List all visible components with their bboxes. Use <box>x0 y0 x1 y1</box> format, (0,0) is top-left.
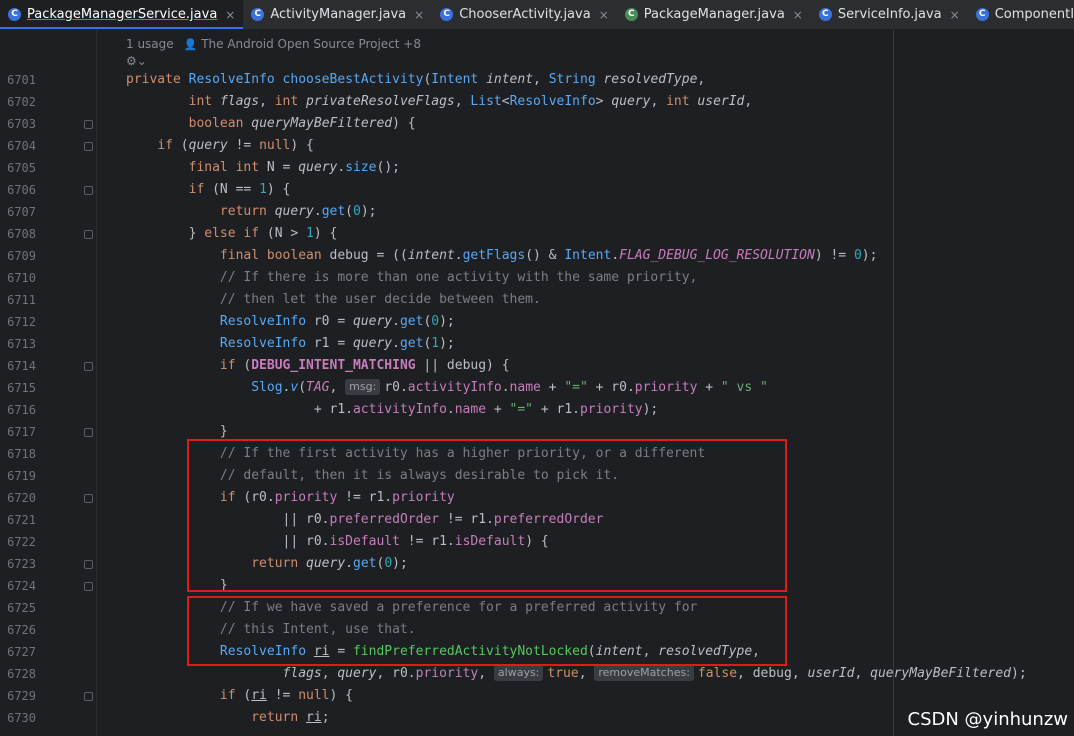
code-line-6729: if (ri != null) { <box>219 688 353 703</box>
ai-assist-icon[interactable]: ⚙⌄ <box>126 54 147 68</box>
close-icon[interactable]: × <box>793 8 803 22</box>
class-icon: C <box>8 8 21 21</box>
code-line-6711: // then let the user decide between them… <box>219 292 541 307</box>
close-icon[interactable]: × <box>225 8 235 22</box>
param-hint-always: always: <box>493 665 544 681</box>
line-number: 6725 <box>7 601 36 615</box>
fold-marker-icon[interactable] <box>84 428 93 437</box>
tab-label: PackageManagerService.java <box>27 7 218 22</box>
code-vision-hint[interactable]: 1 usage 👤 The Android Open Source Projec… <box>126 36 421 52</box>
line-number: 6727 <box>7 645 36 659</box>
editor-tab-bar: C PackageManagerService.java × C ActivityMan… <box>0 0 1074 30</box>
code-line-6709: final boolean debug = ((intent.getFlags(… <box>219 248 878 263</box>
fold-marker-icon[interactable] <box>84 230 93 239</box>
abstract-class-icon: C <box>624 8 638 21</box>
usage-count[interactable]: 1 usage <box>126 37 174 51</box>
code-line-6705: final int N = query.size(); <box>188 160 400 175</box>
line-number: 6724 <box>7 579 36 593</box>
line-number: 6722 <box>7 535 36 549</box>
line-number: 6719 <box>7 469 36 483</box>
line-number: 6716 <box>7 403 36 417</box>
fold-marker-icon[interactable] <box>84 186 93 195</box>
fold-marker-icon[interactable] <box>84 582 93 591</box>
line-number: 6703 <box>7 117 36 131</box>
code-line-6703: boolean queryMayBeFiltered) { <box>188 116 416 131</box>
code-line-6701: private ResolveInfo chooseBestActivity(I… <box>126 72 706 87</box>
tab-label: PackageManager.java <box>643 7 785 22</box>
line-number: 6715 <box>7 381 36 395</box>
close-icon[interactable]: × <box>599 8 609 22</box>
fold-marker-icon[interactable] <box>84 142 93 151</box>
param-hint-removematches: removeMatches: <box>594 665 694 681</box>
param-hint-msg: msg: <box>345 379 381 395</box>
tab-4[interactable]: C ServiceInfo.java × <box>811 0 968 29</box>
fold-marker-icon[interactable] <box>84 120 93 129</box>
code-line-6713: ResolveInfo r1 = query.get(1); <box>219 336 455 351</box>
code-line-6708: } else if (N > 1) { <box>126 226 338 241</box>
highlight-box-preferred-activity <box>187 596 787 666</box>
line-number: 6704 <box>7 139 36 153</box>
watermark-text: CSDN @yinhunzw <box>907 709 1069 730</box>
class-icon: C <box>975 8 989 21</box>
line-number: 6702 <box>7 95 36 109</box>
tab-0[interactable]: C PackageManagerService.java × <box>0 0 244 29</box>
right-margin-guide <box>893 30 894 736</box>
line-number: 6720 <box>7 491 36 505</box>
line-number: 6706 <box>7 183 36 197</box>
person-icon: 👤 <box>183 38 198 51</box>
line-number: 6726 <box>7 623 36 637</box>
tab-3[interactable]: C PackageManager.java × <box>617 0 811 29</box>
code-line-6707: return query.get(0); <box>219 204 377 219</box>
line-number: 6730 <box>7 711 36 725</box>
code-line-6706: if (N == 1) { <box>188 182 291 197</box>
close-icon[interactable]: × <box>950 8 960 22</box>
line-number: 6723 <box>7 557 36 571</box>
fold-marker-icon[interactable] <box>84 362 93 371</box>
tab-label: ServiceInfo.java <box>837 7 942 22</box>
fold-marker-icon[interactable] <box>84 692 93 701</box>
code-line-6702: int flags, int privateResolveFlags, List… <box>188 94 753 109</box>
tab-5[interactable]: CComponentInfo.java× <box>968 0 1074 29</box>
line-number: 6701 <box>7 73 36 87</box>
line-number: 6711 <box>7 293 36 307</box>
tab-2[interactable]: C ChooserActivity.java × <box>432 0 617 29</box>
class-icon: C <box>818 8 832 21</box>
code-line-6730: return ri; <box>251 710 330 725</box>
line-number: 6713 <box>7 337 36 351</box>
highlight-box-priority-check <box>187 439 787 592</box>
line-number: 6708 <box>7 227 36 241</box>
line-number: 6728 <box>7 667 36 681</box>
tab-1[interactable]: C ActivityManager.java × <box>243 0 432 29</box>
tab-label: ActivityManager.java <box>270 7 407 22</box>
code-line-6716: + r1.activityInfo.name + "=" + r1.priori… <box>126 402 659 417</box>
fold-gutter-divider <box>96 30 97 736</box>
code-editor[interactable]: 6701 6702 6703 6704 6705 6706 6707 6708 6709 6710… <box>0 30 1074 736</box>
line-number: 6729 <box>7 689 36 703</box>
author-info[interactable]: The Android Open Source Project +8 <box>201 37 421 51</box>
class-icon: C <box>251 8 265 21</box>
line-number: 6709 <box>7 249 36 263</box>
line-number: 6705 <box>7 161 36 175</box>
tab-label: ChooserActivity.java <box>459 7 591 22</box>
code-line-6704: if (query != null) { <box>157 138 314 153</box>
fold-marker-icon[interactable] <box>84 494 93 503</box>
line-number: 6717 <box>7 425 36 439</box>
line-number: 6712 <box>7 315 36 329</box>
code-line-6714: if (DEBUG_INTENT_MATCHING || debug) { <box>219 358 510 373</box>
line-number-gutter: 6701 6702 6703 6704 6705 6706 6707 6708 6709 6710… <box>0 30 100 736</box>
line-number: 6714 <box>7 359 36 373</box>
tab-label: ComponentInfo.java <box>994 7 1074 22</box>
line-number: 6710 <box>7 271 36 285</box>
line-number: 6707 <box>7 205 36 219</box>
line-number: 6721 <box>7 513 36 527</box>
line-number: 6718 <box>7 447 36 461</box>
code-line-6728: flags, query, r0.priority, always: true, … <box>282 665 1027 681</box>
close-icon[interactable]: × <box>414 8 424 22</box>
code-line-6710: // If there is more than one activity wi… <box>219 270 698 285</box>
code-line-6715: Slog.v(TAG, msg: r0.activityInfo.name + "… <box>251 379 768 395</box>
fold-marker-icon[interactable] <box>84 560 93 569</box>
code-line-6712: ResolveInfo r0 = query.get(0); <box>219 314 455 329</box>
class-icon: C <box>440 8 454 21</box>
